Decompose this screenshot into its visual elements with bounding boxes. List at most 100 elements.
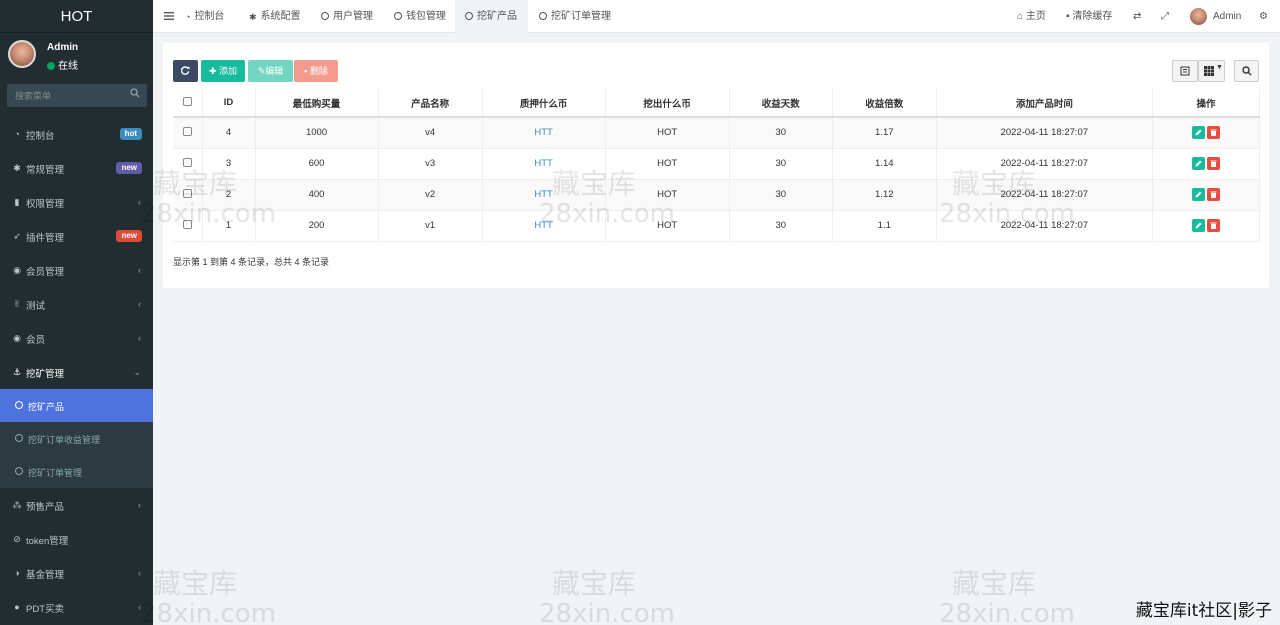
tab[interactable]: 钱包管理 [394,0,446,33]
submenu-item-label: 挖矿产品 [28,402,65,412]
row-delete-button[interactable] [1206,188,1220,201]
row-checkbox[interactable] [182,157,192,167]
row-delete-button[interactable] [1206,157,1220,170]
cell-mult: 1.1 [832,210,937,242]
cell-stake[interactable]: HTT [482,210,606,242]
columns-dropdown-button[interactable]: ▼ [1198,60,1225,82]
row-checkbox[interactable] [182,219,192,229]
tab[interactable]: 用户管理 [321,0,373,33]
user-status-label: 在线 [58,61,78,72]
add-button[interactable]: ✚ 添加 [201,60,245,82]
sidebar-item[interactable]: ⊘ token管理 [0,522,153,556]
header-avatar[interactable] [1190,8,1207,25]
sidebar-item[interactable]: ▮ 权限管理 ‹ [0,185,153,219]
column-header[interactable]: 操作 [1152,89,1261,118]
refresh-button[interactable] [173,60,198,82]
watermark-text: 藏宝库 [952,567,1037,600]
submenu-item[interactable]: 挖矿订单管理 [0,455,153,488]
column-header[interactable]: ID [202,89,256,118]
caret-down-icon: ▼ [1216,64,1223,71]
tab[interactable]: ✱ 系统配置 [249,0,301,33]
cell-stake[interactable]: HTT [482,117,606,149]
logo[interactable]: HOT [0,0,153,33]
user-circle-icon: ◉ [13,333,21,343]
column-header[interactable]: 最低购买量 [255,89,379,118]
trash-icon [1210,191,1217,198]
table-header-row: ID 最低购买量 产品名称 质押什么币 挖出什么币 收益天数 收益倍数 添加产品时间 操作 [173,89,1261,118]
tab-label: 用户管理 [333,11,373,22]
submenu-item-label: 挖矿订单收益管理 [28,435,101,445]
sidebar-item[interactable]: ⚓ 挖矿管理 ⌄ [0,355,153,389]
watermark-url: 28xin.com [140,599,276,625]
row-checkbox[interactable] [182,188,192,198]
cell-id: 1 [202,210,256,242]
sidebar-item[interactable]: ● PDT买卖 ‹ [0,590,153,624]
menu-toggle-icon[interactable] [164,11,174,21]
fullscreen-icon[interactable]: ⤢ [1161,0,1169,33]
header-checkbox-cell [173,89,203,118]
row-checkbox[interactable] [182,126,192,136]
row-edit-button[interactable] [1191,157,1205,170]
toggle-view-button[interactable] [1172,60,1198,82]
cell-stake[interactable]: HTT [482,179,606,211]
row-edit-button[interactable] [1191,188,1205,201]
search-icon[interactable] [130,88,140,98]
sidebar-item-label: 控制台 [26,131,55,142]
pencil-icon [1195,129,1202,136]
circle-icon [465,12,473,20]
network-icon: ⁂ [12,500,22,510]
delete-label: 删除 [309,66,328,76]
chevron-left-icon: ‹ [138,299,141,309]
add-label: 添加 [219,66,238,76]
clear-cache-button[interactable]: ▪ 清除缓存 [1066,0,1112,33]
column-header[interactable]: 收益倍数 [832,89,937,118]
column-header[interactable]: 质押什么币 [482,89,606,118]
table-row: 3 600 v3 HTT HOT 30 1.14 2022-04-11 18:27:07 [173,148,1261,180]
home-link[interactable]: ⌂ 主页 [1017,0,1046,33]
user-circle-icon: ◉ [13,265,21,275]
sidebar-item[interactable]: ✱ 常规管理 new [0,151,153,185]
delete-button[interactable]: ▪ 删除 [294,60,338,82]
sidebar-item[interactable]: ◔ 控制台 hot [0,117,153,151]
cell-stake[interactable]: HTT [482,148,606,180]
sidebar-item[interactable]: ➶ 插件管理 new [0,219,153,253]
grid-icon [1204,66,1214,76]
row-edit-button[interactable] [1191,219,1205,232]
user-status: 在线 [47,57,78,72]
sidebar-item[interactable]: ◉ 会员管理 ‹ [0,253,153,287]
header-user-name[interactable]: Admin [1213,0,1241,33]
tab[interactable]: 挖矿产品 [455,0,528,33]
tab[interactable]: 挖矿订单管理 [539,0,611,33]
row-delete-button[interactable] [1206,126,1220,140]
cell-mine: HOT [605,117,730,149]
cell-actions [1152,117,1261,149]
menu-search-input[interactable]: 搜索菜单 [7,84,147,107]
row-edit-button[interactable] [1191,126,1205,140]
submenu-item[interactable]: 挖矿订单收益管理 [0,422,153,455]
link-icon: ⊘ [13,534,21,544]
select-all-checkbox[interactable] [182,96,192,106]
column-header[interactable]: 挖出什么币 [605,89,730,118]
cell-min: 1000 [255,117,379,149]
watermark-url: 28xin.com [539,599,675,625]
top-header: ◔ 控制台 ✱ 系统配置 用户管理 钱包管理 挖矿产品 挖矿订单管理 ⌂ 主页 ▪ 清除缓存 … [153,0,1280,33]
sidebar-item[interactable]: ◉ 会员 ‹ [0,321,153,355]
cell-days: 30 [729,117,833,149]
trash-icon [1210,129,1217,137]
sidebar-item[interactable]: ◑ 基金管理 ‹ [0,556,153,590]
user-name: Admin [47,42,79,53]
column-header[interactable]: 收益天数 [729,89,833,118]
settings-icon[interactable]: ⚙ [1259,0,1268,33]
cell-id: 2 [202,179,256,211]
translate-icon[interactable]: ⇄ [1133,0,1141,33]
column-header[interactable]: 产品名称 [378,89,483,118]
edit-button[interactable]: ✎编辑 [248,60,293,82]
submenu-item[interactable]: 挖矿产品 [0,389,153,422]
sidebar-item[interactable]: ⁂ 预售产品 ‹ [0,488,153,522]
column-header[interactable]: 添加产品时间 [936,89,1153,118]
search-toggle-button[interactable] [1234,60,1259,82]
row-delete-button[interactable] [1206,219,1220,232]
tab[interactable]: ◔ 控制台 [185,0,224,33]
product-table: ID 最低购买量 产品名称 质押什么币 挖出什么币 收益天数 收益倍数 添加产品时间 操作 41… [173,89,1261,242]
sidebar-item[interactable]: ✌ 测试 ‹ [0,287,153,321]
